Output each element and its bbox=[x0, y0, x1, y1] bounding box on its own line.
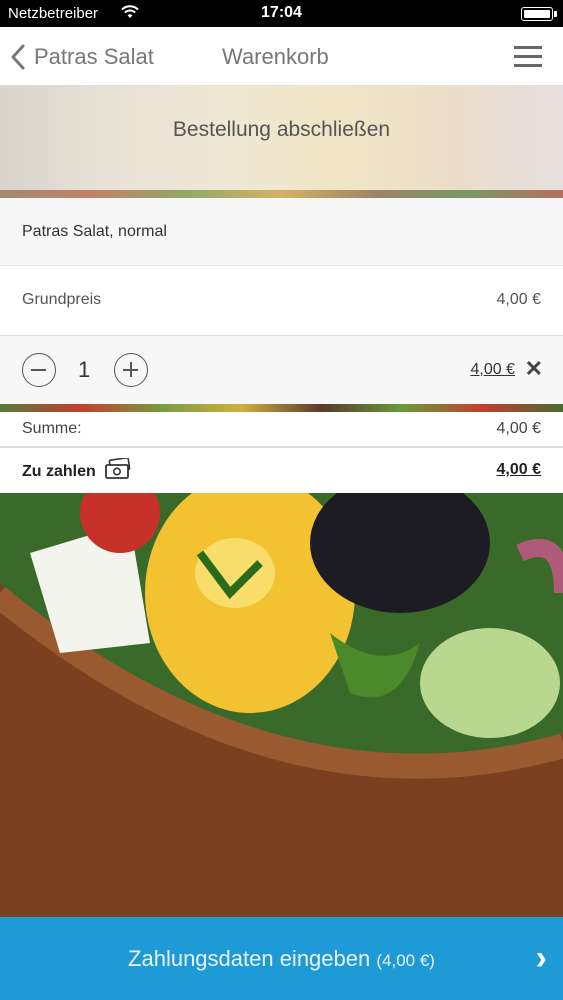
amount-due-value: 4,00 € bbox=[496, 461, 541, 478]
salad-bowl-image bbox=[0, 493, 563, 917]
base-price-row: Grundpreis 4,00 € bbox=[0, 266, 563, 336]
money-icon bbox=[105, 458, 131, 479]
increase-quantity-button[interactable] bbox=[114, 353, 148, 387]
navigation-bar: Patras Salat Warenkorb bbox=[0, 27, 563, 86]
amount-due-label: Zu zahlen bbox=[22, 463, 96, 480]
cta-label: Zahlungsdaten eingeben bbox=[128, 946, 371, 971]
decrease-quantity-button[interactable] bbox=[22, 353, 56, 387]
enter-payment-details-button[interactable]: Zahlungsdaten eingeben (4,00 €) › bbox=[0, 917, 563, 1000]
battery-icon bbox=[521, 7, 557, 21]
status-bar: Netzbetreiber 17:04 bbox=[0, 0, 563, 27]
base-price-label: Grundpreis bbox=[22, 291, 102, 308]
cta-amount: (4,00 €) bbox=[376, 951, 435, 970]
chevron-right-icon: › bbox=[535, 939, 547, 977]
hamburger-menu-icon[interactable] bbox=[514, 46, 542, 67]
section-heading: Bestellung abschließen bbox=[172, 118, 391, 141]
page-title: Warenkorb bbox=[222, 44, 329, 69]
clock: 17:04 bbox=[261, 4, 302, 21]
sum-row: Summe: 4,00 € bbox=[0, 412, 563, 448]
remove-item-close-icon[interactable]: ✕ bbox=[525, 356, 543, 382]
amount-due-row: Zu zahlen 4,00 € bbox=[0, 450, 563, 493]
cart-item-row: Patras Salat, normal bbox=[0, 198, 563, 266]
salad-illustration bbox=[0, 493, 563, 917]
sum-label: Summe: bbox=[22, 420, 82, 437]
back-label: Patras Salat bbox=[34, 43, 154, 69]
item-name: Patras Salat, normal bbox=[22, 223, 167, 240]
sum-value: 4,00 € bbox=[496, 420, 541, 437]
back-button[interactable]: Patras Salat bbox=[10, 27, 154, 86]
quantity-row: 1 4,00 € ✕ bbox=[0, 336, 563, 404]
base-price-value: 4,00 € bbox=[496, 291, 541, 308]
quantity-value: 1 bbox=[78, 357, 91, 382]
line-total: 4,00 € bbox=[470, 361, 515, 378]
chevron-left-icon bbox=[11, 44, 25, 69]
salad-divider-image bbox=[0, 404, 563, 412]
